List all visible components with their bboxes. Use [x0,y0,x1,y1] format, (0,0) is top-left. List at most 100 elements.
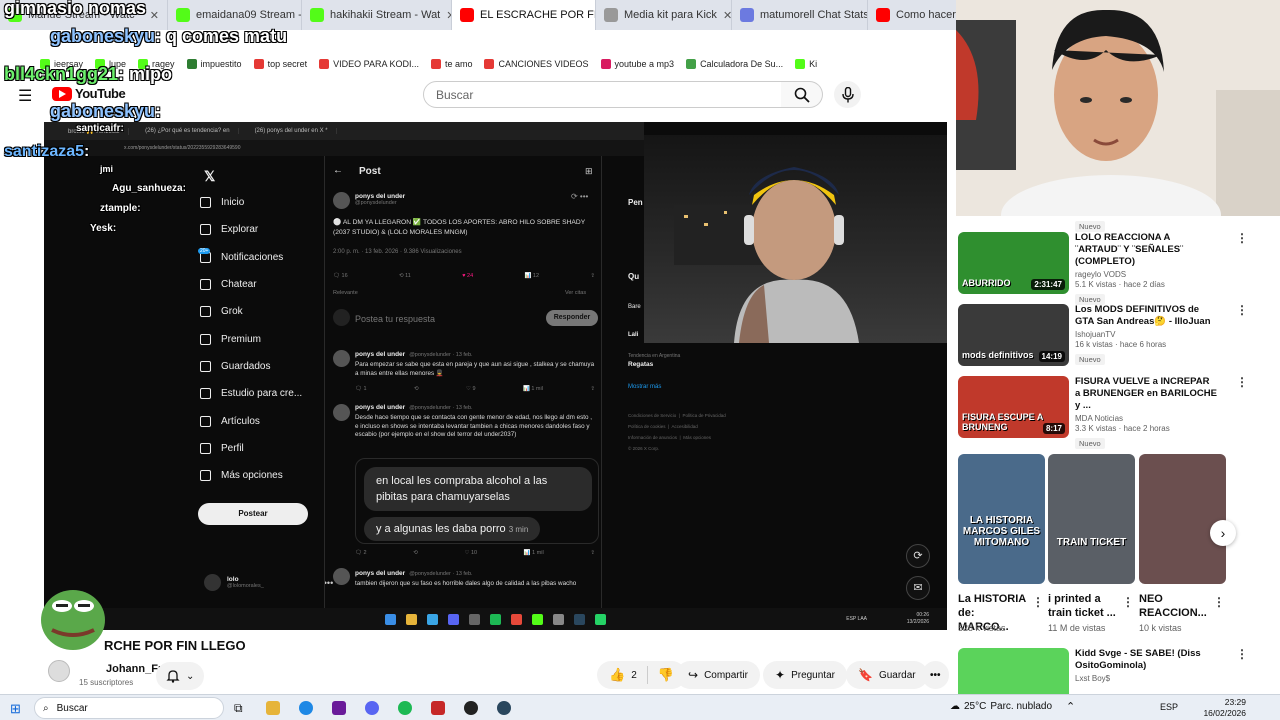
x-nav-item[interactable]: Chatear [200,271,330,298]
task-view-icon[interactable]: ⧉ [234,701,243,716]
windows-start-icon[interactable]: ⊞ [10,701,21,717]
share-icon[interactable]: ⇪ [590,386,595,392]
recommended-video[interactable]: ABURRIDO 2:31:47 LOLO REACCIONA A ¨ARTAUD¨… [958,232,1248,305]
more-options-icon[interactable]: ⋮ [1213,596,1225,608]
video-thumbnail[interactable]: ABURRIDO 2:31:47 [958,232,1069,294]
video-channel[interactable]: MDA Noticias [1075,414,1217,423]
weather-widget[interactable]: ☁ 25°C Parc. nublado [950,701,1052,712]
sort-relevant[interactable]: Relevante [333,290,358,296]
x-nav-item[interactable]: Premium [200,325,330,352]
more-options-icon[interactable]: ⋮ [1032,596,1044,608]
shorts-next-button[interactable]: › [1210,520,1236,546]
more-options-icon[interactable]: ⋮ [1236,376,1248,444]
repost-action[interactable]: ⟲ [414,386,419,392]
like-button[interactable]: 👍 2 👎 [597,661,686,689]
like-action[interactable]: ♡ 9 [466,386,476,392]
views-action[interactable]: 📊 1 mil [523,386,543,392]
video-channel[interactable]: Lxst Boy$ [1075,674,1215,683]
grok-icon[interactable]: ⟳ [906,544,930,568]
video-title[interactable]: Kidd Svge - SE SABE! (Diss OsitoGominola… [1075,648,1215,672]
channel-name[interactable]: Johann_Fr [106,663,162,675]
ask-button[interactable]: ✦ Preguntar [763,661,847,689]
repost-action[interactable]: ⟲ 11 [399,273,411,279]
close-icon[interactable]: ✕ [723,9,731,22]
save-button[interactable]: 🔖 Guardar [846,661,928,689]
chevron-up-icon[interactable]: ⌃ [1066,700,1075,713]
share-button[interactable]: ↪ Compartir [676,661,760,689]
search-input[interactable]: Buscar [423,81,782,108]
more-options-icon[interactable]: ⋮ [1122,596,1134,608]
x-nav-item[interactable]: Guardados [200,353,330,380]
notification-bell-button[interactable]: ⌄ [156,662,205,690]
recommended-video[interactable]: FISURA ESCUPE A BRUNENG 8:17 FISURA VUELVE… [958,376,1248,449]
video-title[interactable]: FISURA VUELVE a INCREPAR a BRUNENGER en … [1075,376,1217,412]
bookmark-item[interactable]: te amo [430,59,472,69]
steam-icon[interactable] [497,701,511,715]
like-action[interactable]: ♥ 24 [462,273,473,279]
video-thumbnail[interactable]: mods definitivos 14:19 [958,304,1069,366]
more-options-icon[interactable]: ⋮ [1236,232,1248,300]
short-thumbnail[interactable]: LA HISTORIA MARCOS GILES MITOMANO [958,454,1045,584]
like-action[interactable]: ♡ 10 [464,550,477,556]
short-title[interactable]: i printed a train ticket ... [1048,592,1118,620]
video-thumbnail[interactable]: FISURA ESCUPE A BRUNENG 8:17 [958,376,1069,438]
voice-search-button[interactable] [834,81,861,108]
channel-avatar[interactable] [48,660,70,682]
views-action[interactable]: 📊 12 [525,273,540,279]
reply-action[interactable]: 🗨 1 [355,386,367,392]
trend-name[interactable]: Regatas [628,361,653,368]
browser-tab[interactable]: matumorell Chat Stats on T✕ [732,0,868,30]
video-channel[interactable]: rageylo VODS [1075,270,1217,279]
video-channel[interactable]: IshojuanTV [1075,330,1217,339]
bookmark-item[interactable]: CANCIONES VIDEOS [484,59,589,69]
reply-action[interactable]: 🗨 16 [333,273,348,279]
browser-tab[interactable]: hakihakii Stream - Wat✕ [302,0,452,30]
obs-icon[interactable] [464,701,478,715]
video-title[interactable]: LOLO REACCIONA A ¨ARTAUD¨ Y ¨SEÑALES¨ (C… [1075,232,1217,268]
reply-input[interactable]: Postea tu respuesta [355,314,435,324]
share-icon[interactable]: ⇪ [590,550,595,556]
short-title[interactable]: NEO REACCION... [1139,592,1209,620]
views-action[interactable]: 📊 1 mil [524,550,544,556]
view-quotes-link[interactable]: Ver citas [565,290,586,296]
short-thumbnail[interactable]: TRAIN TICKET [1048,454,1135,584]
x-nav-item[interactable]: Perfil [200,435,330,462]
discord-icon[interactable] [365,701,379,715]
file-explorer-icon[interactable] [266,701,280,715]
language-indicator[interactable]: ESP [1160,702,1178,712]
edge-icon[interactable] [299,701,313,715]
x-nav-item[interactable]: Artículos [200,407,330,434]
reader-icon[interactable]: ⊞ [585,166,593,177]
taskbar-search[interactable]: ⌕ Buscar [34,697,224,719]
messages-icon[interactable]: ✉ [906,576,930,600]
show-more-link[interactable]: Mostrar más [628,384,661,390]
reply-action[interactable]: 🗨 2 [355,550,367,556]
browser-tab[interactable]: EL ESCRACHE POR FIN LLEG✕ [452,0,596,30]
video-title[interactable]: Los MODS DEFINITIVOS de GTA San Andreas🤔… [1075,304,1217,328]
repost-action[interactable]: ⟲ [413,550,418,556]
trend-partial[interactable]: Lali [628,332,638,338]
search-button[interactable] [781,81,823,108]
x-account-switcher[interactable]: lolo @lolomorales_ ••• [204,574,333,591]
share-icon[interactable]: ⇪ [590,273,595,279]
bookmark-item[interactable]: Ki [795,59,817,69]
trend-partial[interactable]: Bare [628,304,641,310]
post-menu-icon[interactable]: ⟳ ••• [571,192,588,201]
app-icon[interactable] [431,701,445,715]
browser-tab[interactable]: Media kit para Kick ✕ [596,0,732,30]
spotify-icon[interactable] [398,701,412,715]
more-options-icon[interactable]: ⋮ [1236,304,1248,372]
bookmark-item[interactable]: youtube a mp3 [600,59,674,69]
system-clock[interactable]: 23:29 16/02/2026 [1200,697,1246,719]
more-actions-button[interactable]: ••• [922,661,949,689]
back-arrow-icon[interactable]: ← [333,165,343,176]
app-icon[interactable] [332,701,346,715]
bookmark-item[interactable]: VIDEO PARA KODI... [319,59,419,69]
thumbs-down-icon[interactable]: 👎 [658,667,674,683]
bookmark-item[interactable]: Calculadora De Su... [686,59,783,69]
x-nav-item[interactable]: Estudio para cre... [200,380,330,407]
post-button[interactable]: Postear [198,503,308,525]
recommended-video[interactable]: mods definitivos 14:19 Los MODS DEFINITIVO… [958,304,1248,372]
x-nav-item[interactable]: Grok [200,298,330,325]
reply-button[interactable]: Responder [546,310,598,326]
